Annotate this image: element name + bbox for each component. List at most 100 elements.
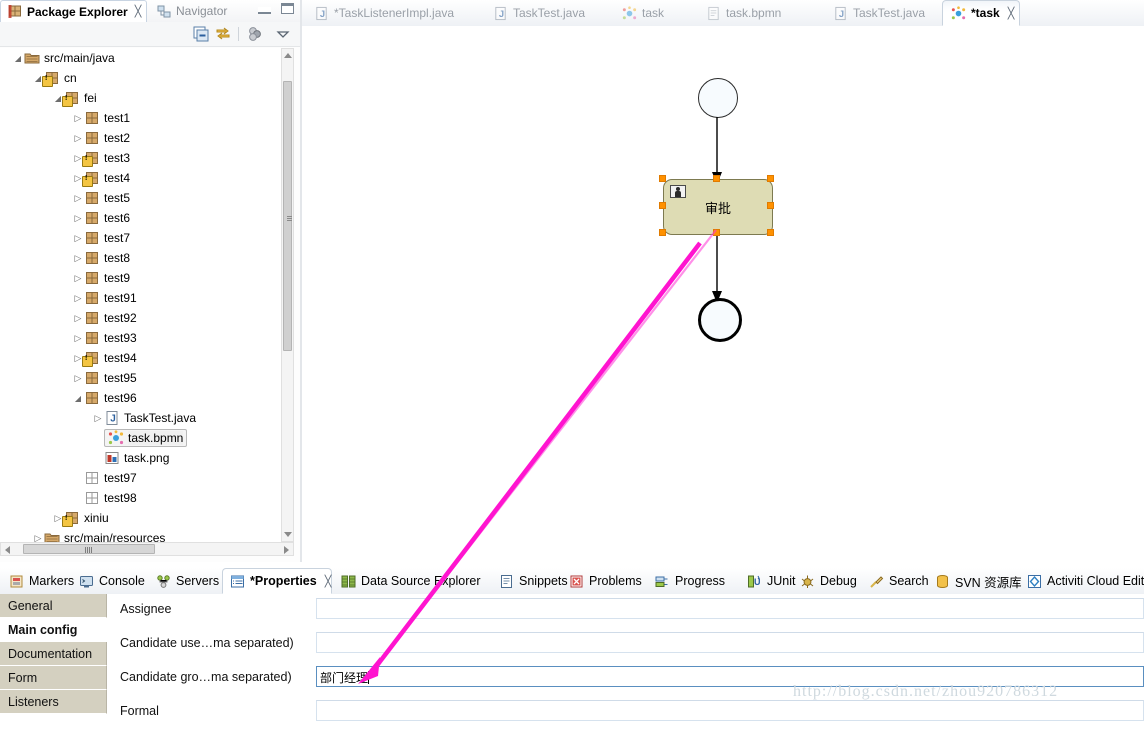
- tree-item-src-main-java[interactable]: src/main/java: [0, 48, 284, 68]
- tree-item-test96[interactable]: test96: [0, 388, 284, 408]
- minimize-button[interactable]: [258, 7, 271, 14]
- properties-tab-listeners[interactable]: Listeners: [0, 690, 107, 714]
- tab-navigator[interactable]: Navigator: [150, 0, 255, 22]
- bottom-tab-data-source-explorer[interactable]: Data Source Explorer: [334, 568, 489, 594]
- editor-tab-5[interactable]: *task ╳: [942, 0, 1020, 26]
- view-menu-icon[interactable]: [274, 25, 292, 43]
- tree-item-test6[interactable]: test6: [0, 208, 284, 228]
- selection-handle[interactable]: [659, 175, 666, 182]
- end-event[interactable]: [698, 298, 742, 342]
- toolbar-separator: [238, 27, 239, 41]
- selection-handle[interactable]: [767, 175, 774, 182]
- properties-tab-general[interactable]: General: [0, 594, 107, 618]
- tree-item-test91[interactable]: test91: [0, 288, 284, 308]
- horizontal-scroll-thumb[interactable]: [23, 544, 155, 554]
- tree-twisty-icon[interactable]: [72, 333, 84, 344]
- selection-handle[interactable]: [659, 202, 666, 209]
- tree-twisty-icon[interactable]: [72, 313, 84, 324]
- editor-tab-0[interactable]: J *TaskListenerImpl.java: [306, 0, 481, 26]
- bottom-tab-markers[interactable]: Markers: [2, 568, 74, 594]
- scroll-right-icon[interactable]: [284, 546, 289, 554]
- tree-item-src-main-resources[interactable]: src/main/resources: [0, 528, 284, 542]
- tree-twisty-icon[interactable]: [72, 113, 84, 124]
- tree-item-test9[interactable]: test9: [0, 268, 284, 288]
- tree-item-test2[interactable]: test2: [0, 128, 284, 148]
- scroll-down-icon[interactable]: [284, 532, 292, 537]
- link-with-editor-icon[interactable]: [214, 25, 232, 43]
- scroll-left-icon[interactable]: [5, 546, 10, 554]
- bottom-tab-problems[interactable]: Problems: [562, 568, 646, 594]
- bottom-tab-debug[interactable]: Debug: [793, 568, 860, 594]
- tree-item-task-png[interactable]: task.png: [0, 448, 284, 468]
- selection-handle[interactable]: [713, 229, 720, 236]
- tree-item-cn[interactable]: cn: [0, 68, 284, 88]
- tree-horizontal-scrollbar[interactable]: [0, 542, 294, 556]
- close-icon[interactable]: ╳: [1008, 7, 1015, 20]
- tree-twisty-icon[interactable]: [92, 413, 104, 424]
- properties-tab-list[interactable]: General Main config Documentation Form Liste…: [0, 594, 107, 714]
- selection-handle[interactable]: [713, 175, 720, 182]
- property-input-3[interactable]: [316, 700, 1144, 721]
- tree-item-test93[interactable]: test93: [0, 328, 284, 348]
- tree-twisty-icon[interactable]: [72, 233, 84, 244]
- properties-tab-form[interactable]: Form: [0, 666, 107, 690]
- tree-twisty-icon[interactable]: [32, 533, 44, 543]
- bottom-tab-snippets[interactable]: Snippets: [492, 568, 568, 594]
- bottom-tab-activiti-cloud-edit[interactable]: Activiti Cloud Edit: [1020, 568, 1144, 594]
- tree-item-test3[interactable]: test3: [0, 148, 284, 168]
- tree-twisty-icon[interactable]: [72, 393, 84, 403]
- scroll-up-icon[interactable]: [284, 53, 292, 58]
- editor-tab-1[interactable]: J TaskTest.java: [485, 0, 610, 26]
- selection-handle[interactable]: [767, 229, 774, 236]
- properties-tab-main-config[interactable]: Main config: [0, 618, 107, 642]
- properties-tab-documentation[interactable]: Documentation: [0, 642, 107, 666]
- tree-item-test4[interactable]: test4: [0, 168, 284, 188]
- bottom-tab-servers[interactable]: Servers: [149, 568, 219, 594]
- tree-item-test8[interactable]: test8: [0, 248, 284, 268]
- tree-twisty-icon[interactable]: [72, 213, 84, 224]
- tree-item-test7[interactable]: test7: [0, 228, 284, 248]
- bottom-tab-console[interactable]: Console: [72, 568, 147, 594]
- tree-twisty-icon[interactable]: [72, 193, 84, 204]
- selection-handle[interactable]: [659, 229, 666, 236]
- tree-item-test1[interactable]: test1: [0, 108, 284, 128]
- tree-item-test94[interactable]: test94: [0, 348, 284, 368]
- maximize-button[interactable]: [281, 3, 294, 14]
- tree-item-test98[interactable]: test98: [0, 488, 284, 508]
- bottom-tab-svn-[interactable]: SVN 资源库: [928, 568, 1022, 594]
- tree-twisty-icon[interactable]: [72, 273, 84, 284]
- user-task[interactable]: 审批: [663, 179, 773, 235]
- project-tree[interactable]: src/main/java cnfei test1 test2 test3 test4 te…: [0, 48, 284, 542]
- tree-item-task-bpmn[interactable]: task.bpmn: [0, 428, 284, 448]
- tree-item-test97[interactable]: test97: [0, 468, 284, 488]
- tree-item-fei[interactable]: fei: [0, 88, 284, 108]
- editor-tab-3[interactable]: task.bpmn: [698, 0, 821, 26]
- collapse-all-icon[interactable]: [192, 25, 210, 43]
- tree-twisty-icon[interactable]: [12, 53, 24, 63]
- bottom-tab-progress[interactable]: Progress: [648, 568, 738, 594]
- editor-tab-4[interactable]: J TaskTest.java: [825, 0, 938, 26]
- editor-tab-2[interactable]: task: [614, 0, 694, 26]
- tree-twisty-icon[interactable]: [72, 293, 84, 304]
- tree-item-xiniu[interactable]: xiniu: [0, 508, 284, 528]
- close-icon[interactable]: ╳: [325, 575, 332, 588]
- bottom-tab-junit[interactable]: U JUnit: [740, 568, 795, 594]
- tree-twisty-icon[interactable]: [72, 133, 84, 144]
- bpmn-diagram-canvas[interactable]: 审批: [302, 26, 1144, 562]
- vertical-scroll-thumb[interactable]: [283, 81, 292, 351]
- bottom-tab--properties[interactable]: *Properties ╳: [222, 568, 332, 594]
- tab-package-explorer[interactable]: Package Explorer ╳: [0, 0, 147, 22]
- tree-vertical-scrollbar[interactable]: [281, 48, 294, 542]
- view-filters-icon[interactable]: [246, 25, 264, 43]
- bottom-tab-search[interactable]: Search: [862, 568, 929, 594]
- property-input-0[interactable]: [316, 598, 1144, 619]
- tree-item-tasktest-java[interactable]: J TaskTest.java: [0, 408, 284, 428]
- property-input-1[interactable]: [316, 632, 1144, 653]
- tree-twisty-icon[interactable]: [72, 253, 84, 264]
- tree-item-test92[interactable]: test92: [0, 308, 284, 328]
- selection-handle[interactable]: [767, 202, 774, 209]
- tree-twisty-icon[interactable]: [72, 373, 84, 384]
- tree-item-test5[interactable]: test5: [0, 188, 284, 208]
- close-icon[interactable]: ╳: [135, 5, 142, 18]
- tree-item-test95[interactable]: test95: [0, 368, 284, 388]
